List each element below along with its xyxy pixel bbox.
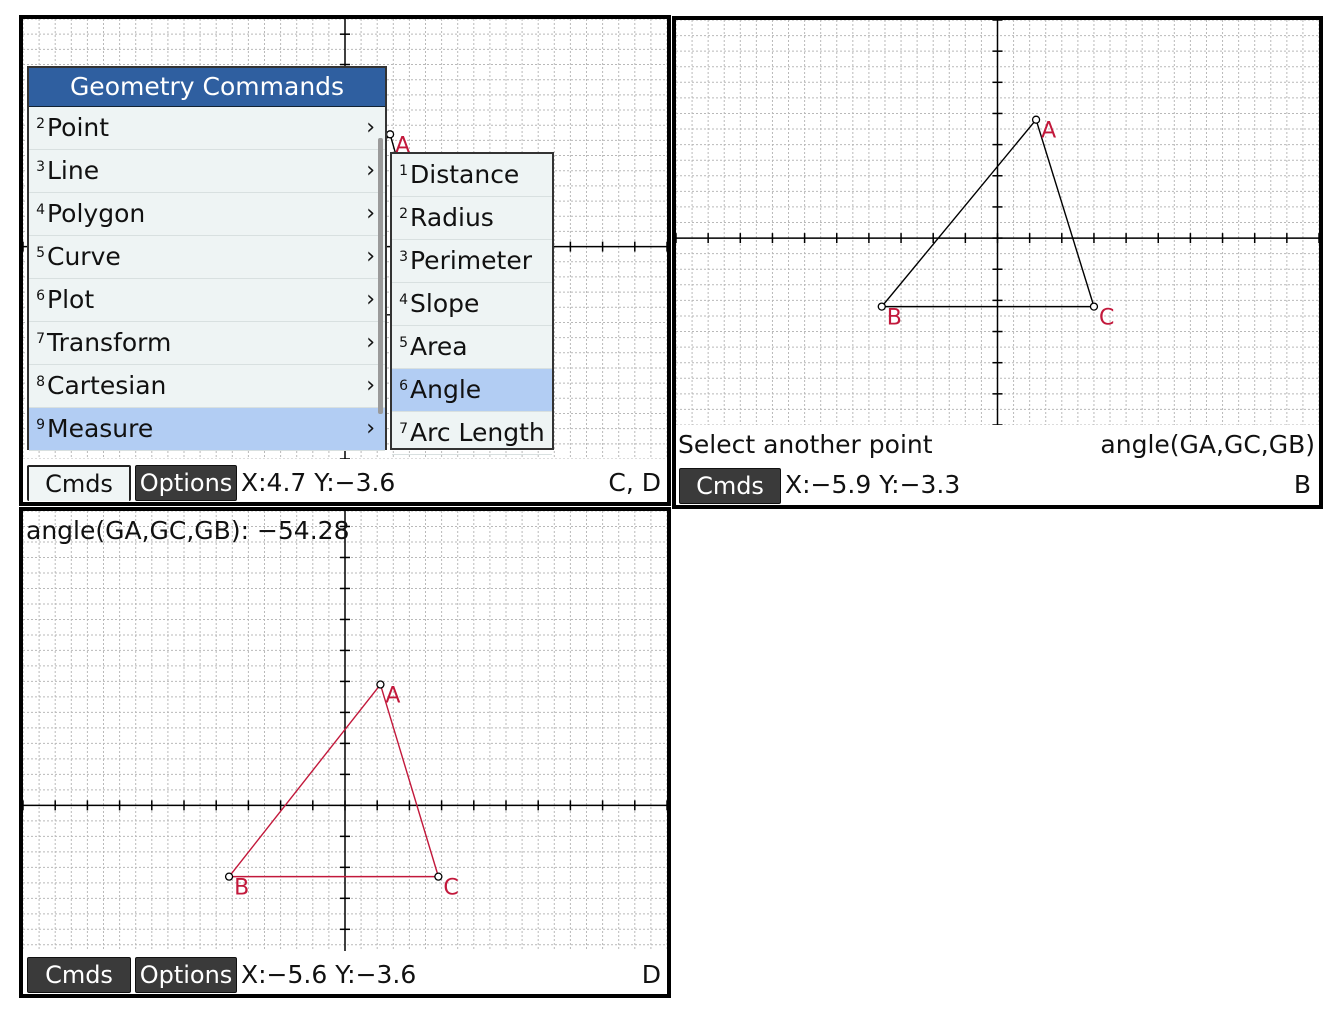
cmds-button[interactable]: Cmds [27, 957, 131, 993]
menu-item-cartesian[interactable]: 8Cartesian › [29, 365, 385, 408]
menu-item-label: Slope [410, 289, 480, 318]
menu-item-label: Perimeter [410, 246, 532, 275]
menu-item-label: Measure [47, 414, 154, 443]
selected-objects: B [1293, 470, 1311, 499]
menu-scrollbar[interactable] [378, 138, 383, 414]
menu-item-label: Line [47, 156, 100, 185]
menu-item-number: 6 [36, 288, 45, 304]
point-label-a: A [1041, 119, 1056, 144]
point-label-c: C [1099, 306, 1114, 331]
menu-item-label: Transform [47, 328, 172, 357]
chevron-right-icon: › [366, 115, 375, 140]
chevron-right-icon: › [366, 244, 375, 269]
menu-title: Geometry Commands [29, 68, 385, 107]
chevron-right-icon: › [366, 287, 375, 312]
cursor-coordinates: X:4.7 Y:−3.6 [241, 468, 396, 497]
chevron-right-icon: › [366, 201, 375, 226]
cursor-coordinates: X:−5.9 Y:−3.3 [785, 470, 961, 499]
menu-item-label: Area [410, 332, 468, 361]
menu-item-number: 2 [36, 116, 45, 132]
menu-item-transform[interactable]: 7Transform › [29, 322, 385, 365]
point-c [434, 872, 443, 881]
point-label-b: B [887, 306, 902, 331]
geometry-commands-menu: Geometry Commands 2Point › 3Line › 4Polygon ›… [27, 66, 387, 451]
cursor-coordinates: X:−5.6 Y:−3.6 [241, 960, 417, 989]
menu-item-number: 5 [36, 245, 45, 261]
menu-item-number: 7 [399, 421, 408, 437]
options-button[interactable]: Options [135, 957, 237, 993]
menu-item-label: Radius [410, 203, 494, 232]
panel-geometry-commands-menu: ABC Geometry Commands 2Point›3Line›4Poly… [19, 15, 671, 506]
menu-item-point[interactable]: 2Point › [29, 107, 385, 150]
menu-item-number: 3 [399, 249, 408, 265]
chevron-right-icon: › [366, 373, 375, 398]
point-a [385, 130, 395, 139]
menu-item-plot[interactable]: 6Plot › [29, 279, 385, 322]
options-button[interactable]: Options [135, 465, 237, 501]
chevron-right-icon: › [366, 330, 375, 355]
menu-item-label: Distance [410, 160, 520, 189]
graph-canvas[interactable]: A B C [676, 20, 1319, 425]
menu-item-number: 5 [399, 335, 408, 351]
menu-item-curve[interactable]: 5Curve › [29, 236, 385, 279]
submenu-item-angle[interactable]: 6Angle [392, 369, 552, 412]
menu-item-number: 4 [36, 202, 45, 218]
menu-item-measure[interactable]: 9Measure › [29, 408, 385, 451]
point-label-b: B [234, 876, 249, 901]
point-a [376, 680, 385, 689]
cmds-button[interactable]: Cmds [679, 468, 781, 504]
segment-ac [1035, 119, 1095, 307]
selected-objects: C, D [608, 468, 661, 497]
menu-item-label: Plot [47, 285, 95, 314]
chevron-right-icon: › [366, 158, 375, 183]
selected-objects: D [641, 960, 661, 989]
point-b [224, 872, 234, 881]
prompt-text: Select another point [678, 430, 933, 459]
menu-item-number: 9 [36, 417, 45, 433]
menu-item-label: Polygon [47, 199, 146, 228]
point-b [877, 302, 886, 311]
command-text: angle(GA,GC,GB) [1100, 430, 1315, 459]
point-label-c: C [443, 876, 458, 901]
menu-item-number: 4 [399, 292, 408, 308]
menu-item-label: Cartesian [47, 371, 167, 400]
segment-ab [228, 684, 381, 878]
menu-item-label: Arc Length [410, 418, 545, 447]
submenu-item-radius[interactable]: 2Radius [392, 197, 552, 240]
point-label-a: A [385, 684, 400, 709]
menu-item-number: 1 [399, 163, 408, 179]
menu-item-number: 2 [399, 206, 408, 222]
menu-item-number: 3 [36, 159, 45, 175]
menu-item-number: 8 [36, 374, 45, 390]
submenu-item-arc-length[interactable]: 7Arc Length [392, 412, 552, 455]
angle-result: angle(GA,GC,GB): −54.28 [26, 516, 350, 545]
submenu-item-distance[interactable]: 1Distance [392, 154, 552, 197]
menu-item-label: Angle [410, 375, 482, 404]
submenu-item-slope[interactable]: 4Slope [392, 283, 552, 326]
menu-item-label: Curve [47, 242, 121, 271]
measure-submenu: 1Distance 2Radius 3Perimeter 4Slope 5Area 6An… [390, 152, 554, 455]
panel-select-point: A B C Select another point angle(GA,GC,GB)… [672, 16, 1323, 509]
submenu-item-perimeter[interactable]: 3Perimeter [392, 240, 552, 283]
point-a [1031, 115, 1041, 124]
menu-item-number: 7 [36, 331, 45, 347]
menu-item-number: 6 [399, 378, 408, 394]
menu-item-label: Point [47, 113, 110, 142]
menu-item-line[interactable]: 3Line › [29, 150, 385, 193]
submenu-item-area[interactable]: 5Area [392, 326, 552, 369]
menu-item-polygon[interactable]: 4Polygon › [29, 193, 385, 236]
chevron-right-icon: › [366, 416, 375, 441]
point-c [1089, 302, 1099, 311]
panel-angle-result: A B C angle(GA,GC,GB): −54.28 Cmds Options… [19, 507, 671, 998]
segment-ab [881, 119, 1037, 308]
graph-canvas[interactable]: A B C [23, 511, 667, 951]
cmds-button[interactable]: Cmds [27, 465, 131, 501]
